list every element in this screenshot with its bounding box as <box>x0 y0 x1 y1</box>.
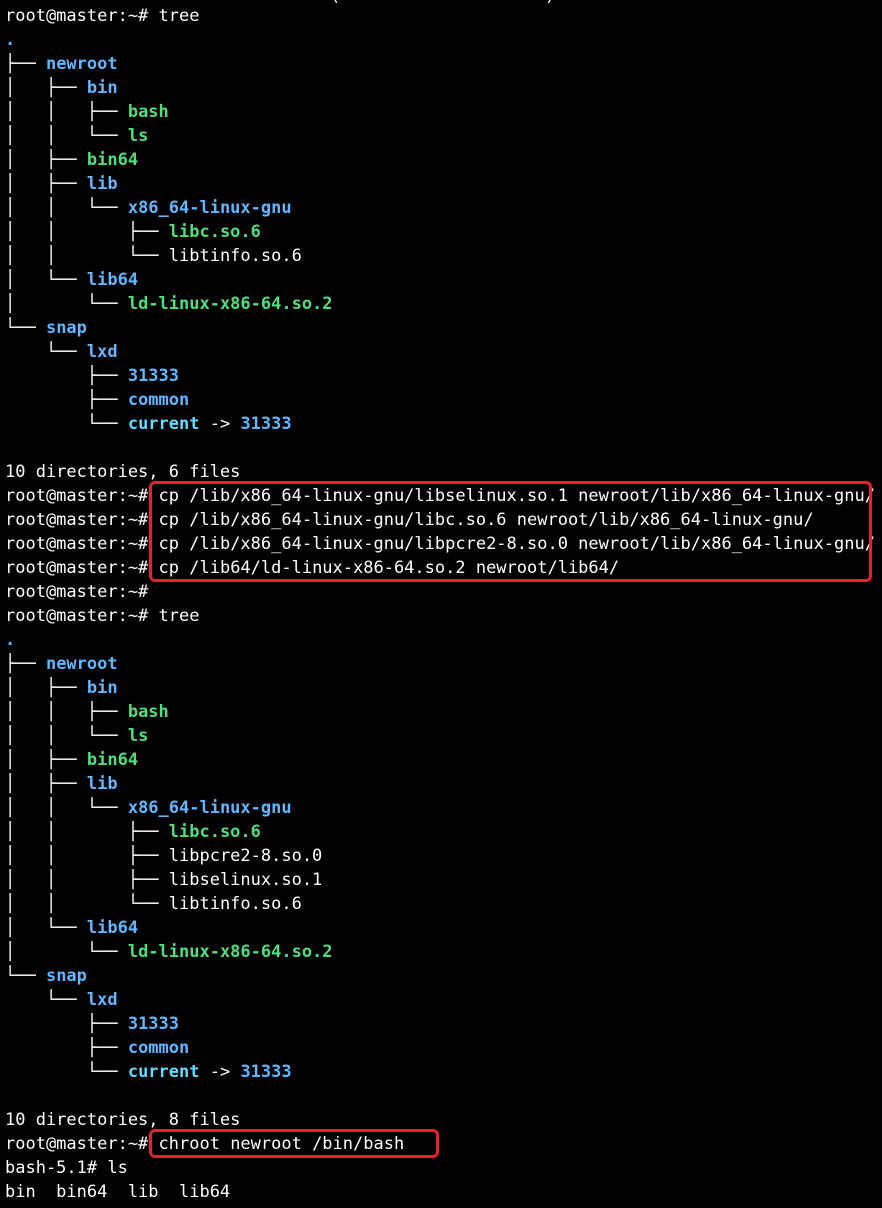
file-ls: ls <box>127 726 149 746</box>
dir-lxd: lxd <box>86 342 118 362</box>
dir-lib: lib <box>86 174 118 194</box>
command: tree <box>158 6 200 26</box>
tree-entry: └── current -> 31333 <box>5 414 292 434</box>
symlink-current: current <box>127 1062 200 1082</box>
tree-entry: │ │ ├── bash <box>5 102 169 122</box>
tree-entry: │ │ └── x86_64-linux-gnu <box>5 798 292 818</box>
tree-entry: │ └── lib64 <box>5 270 139 290</box>
command: tree <box>158 606 200 626</box>
tree-entry: │ │ ├── libc.so.6 <box>5 222 261 242</box>
tree-entry: │ │ └── ls <box>5 126 149 146</box>
prompt: root@master:~# <box>5 606 149 626</box>
file-bash: bash <box>127 102 169 122</box>
dir-lib: lib <box>86 774 118 794</box>
dir-31333: 31333 <box>127 366 180 386</box>
tree-entry: │ ├── bin <box>5 678 118 698</box>
chroot-command-highlight <box>149 1129 439 1158</box>
tree-entry: ├── common <box>5 1038 190 1058</box>
tree-root: . <box>5 628 15 652</box>
prompt: root@master:~# <box>5 1134 149 1154</box>
file-libtinfo: libtinfo.so.6 <box>168 246 302 266</box>
tree-entry: │ └── ld-linux-x86-64.so.2 <box>5 294 333 314</box>
bash-prompt: bash-5.1# <box>5 1158 108 1178</box>
previous-output-fragment: ( ) <box>330 0 555 6</box>
symlink-current: current <box>127 414 200 434</box>
tree-root-dot: . <box>5 30 16 50</box>
file-libc: libc.so.6 <box>168 222 261 242</box>
file-ls: ls <box>127 126 149 146</box>
terminal-window[interactable]: ( ) root@master:~# tree . ├── newroot │ … <box>0 0 882 1208</box>
tree-entry: ├── newroot <box>5 54 118 74</box>
tree-entry: └── current -> 31333 <box>5 1062 292 1082</box>
tree-entry: ├── newroot <box>5 654 118 674</box>
dir-bin: bin <box>86 78 118 98</box>
bash-command: ls <box>107 1158 128 1178</box>
tree-entry: │ │ ├── libc.so.6 <box>5 822 261 842</box>
prompt: root@master:~# <box>5 582 149 602</box>
tree-entry: │ └── lib64 <box>5 918 139 938</box>
dir-lib64: lib64 <box>86 270 139 290</box>
file-libtinfo: libtinfo.so.6 <box>168 894 302 914</box>
file-libselinux: libselinux.so.1 <box>168 870 323 890</box>
tree-root: . <box>5 28 15 52</box>
tree-entry: │ ├── bin <box>5 78 118 98</box>
bash-prompt-line: bash-5.1# ls <box>5 1156 128 1180</box>
tree-entry: │ │ └── x86_64-linux-gnu <box>5 198 292 218</box>
dir-x86: x86_64-linux-gnu <box>127 198 292 218</box>
dir-newroot: newroot <box>45 654 118 674</box>
dir-snap: snap <box>45 318 87 338</box>
tree-entry: │ ├── lib <box>5 774 118 794</box>
dir-lib64: lib64 <box>86 918 139 938</box>
tree-entry: ├── common <box>5 390 190 410</box>
tree-entry: │ ├── bin64 <box>5 750 139 770</box>
dir-31333: 31333 <box>127 1014 180 1034</box>
dir-lxd: lxd <box>86 990 118 1010</box>
tree-entry: ├── 31333 <box>5 366 180 386</box>
tree-entry: │ │ ├── bash <box>5 702 169 722</box>
symlink-target: 31333 <box>240 414 292 434</box>
dir-common: common <box>127 1038 190 1058</box>
dir-newroot: newroot <box>45 54 118 74</box>
file-ld: ld-linux-x86-64.so.2 <box>127 294 333 314</box>
tree-entry: │ ├── bin64 <box>5 150 139 170</box>
prompt-line: root@master:~# tree <box>5 4 200 28</box>
tree-entry: │ │ ├── libpcre2-8.so.0 <box>5 846 323 866</box>
dir-snap: snap <box>45 966 87 986</box>
tree-entry: │ │ └── ls <box>5 726 149 746</box>
tree-entry: └── snap <box>5 318 87 338</box>
tree-entry: │ │ └── libtinfo.so.6 <box>5 246 302 266</box>
ls-output: bin bin64 lib lib64 <box>5 1182 231 1202</box>
dir-x86: x86_64-linux-gnu <box>127 798 292 818</box>
dir-bin: bin <box>86 678 118 698</box>
copy-commands-highlight <box>149 481 872 582</box>
tree-entry: │ │ └── libtinfo.so.6 <box>5 894 302 914</box>
prompt: root@master:~# <box>5 6 149 26</box>
file-bin64: bin64 <box>86 750 139 770</box>
symlink-arrow: -> <box>199 1062 241 1082</box>
tree-root-dot: . <box>5 630 16 650</box>
prompt-line: root@master:~# <box>5 580 148 604</box>
tree-entry: └── lxd <box>5 990 118 1010</box>
file-bash: bash <box>127 702 169 722</box>
prompt: root@master:~# <box>5 534 149 554</box>
prompt: root@master:~# <box>5 486 149 506</box>
file-libpcre: libpcre2-8.so.0 <box>168 846 323 866</box>
prompt: root@master:~# <box>5 558 149 578</box>
tree-entry: │ └── ld-linux-x86-64.so.2 <box>5 942 333 962</box>
symlink-arrow: -> <box>199 414 241 434</box>
tree-entry: └── lxd <box>5 342 118 362</box>
file-libc: libc.so.6 <box>168 822 261 842</box>
tree-entry: └── snap <box>5 966 87 986</box>
file-bin64: bin64 <box>86 150 139 170</box>
prompt: root@master:~# <box>5 510 149 530</box>
tree-entry: ├── 31333 <box>5 1014 180 1034</box>
tree-entry: │ │ ├── libselinux.so.1 <box>5 870 323 890</box>
tree-entry: │ ├── lib <box>5 174 118 194</box>
symlink-target: 31333 <box>240 1062 292 1082</box>
dir-common: common <box>127 390 190 410</box>
file-ld: ld-linux-x86-64.so.2 <box>127 942 333 962</box>
prompt-line: root@master:~# tree <box>5 604 200 628</box>
